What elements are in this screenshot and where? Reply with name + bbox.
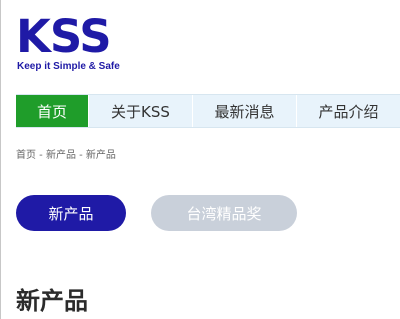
nav-item-news[interactable]: 最新消息	[193, 95, 297, 127]
logo-tagline: Keep it Simple & Safe	[17, 61, 120, 72]
main-nav: 首页 关于KSS 最新消息 产品介绍	[16, 94, 400, 128]
nav-item-about[interactable]: 关于KSS	[89, 95, 193, 127]
left-border	[0, 0, 1, 319]
page-title: 新产品	[16, 287, 88, 315]
tab-new-products[interactable]: 新产品	[16, 195, 126, 231]
logo-mark: KSS	[16, 10, 112, 63]
tab-taiwan-excellence-award[interactable]: 台湾精品奖	[151, 195, 297, 231]
nav-item-home[interactable]: 首页	[16, 95, 89, 127]
breadcrumb: 首页 - 新产品 - 新产品	[16, 150, 116, 161]
nav-item-products[interactable]: 产品介绍	[297, 95, 400, 127]
kss-logo[interactable]: KSS Keep it Simple & Safe	[16, 14, 136, 74]
page: KSS Keep it Simple & Safe 首页 关于KSS 最新消息 …	[0, 0, 400, 319]
